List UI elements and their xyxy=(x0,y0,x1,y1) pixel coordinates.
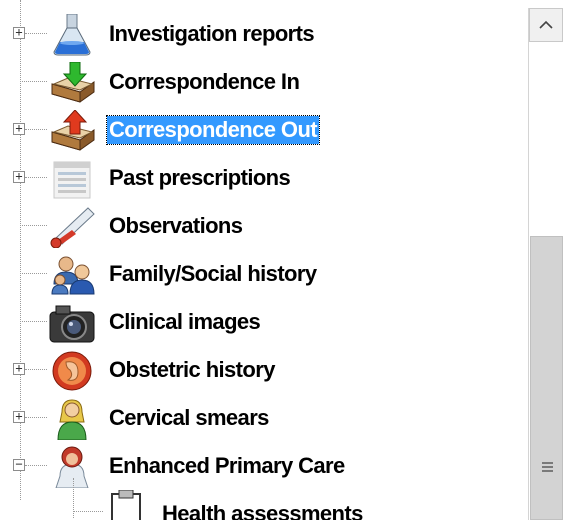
collapse-toggle[interactable]: − xyxy=(13,458,25,471)
tree-item-clinical-images[interactable]: Clinical images xyxy=(0,298,528,346)
prescription-list-icon xyxy=(53,161,91,199)
tree-item-label: Family/Social history xyxy=(109,261,317,286)
tree-connector xyxy=(20,81,47,82)
doctor-icon xyxy=(55,446,89,488)
expand-toggle[interactable]: + xyxy=(13,26,25,39)
tree-item-obstetric-history[interactable]: + Obstetric history xyxy=(0,346,528,394)
tree-item-correspondence-in[interactable]: Correspondence In xyxy=(0,58,528,106)
camera-icon xyxy=(49,305,95,343)
inbox-arrow-in-icon xyxy=(51,62,95,103)
thermometer-icon xyxy=(50,207,95,248)
woman-icon xyxy=(57,399,87,440)
tree-item-correspondence-out[interactable]: + Correspondence Out xyxy=(0,106,528,154)
expand-toggle[interactable]: + xyxy=(13,170,25,183)
foetus-icon xyxy=(52,351,92,391)
tree-connector xyxy=(73,511,103,512)
grip-icon xyxy=(542,462,553,472)
expand-toggle[interactable]: + xyxy=(13,122,25,135)
tree-item-family-social-history[interactable]: Family/Social history xyxy=(0,250,528,298)
tree-connector xyxy=(20,321,47,322)
tree-connector xyxy=(25,129,47,130)
tree-connector xyxy=(20,225,47,226)
outbox-arrow-out-icon xyxy=(51,110,95,151)
tree-item-label: Investigation reports xyxy=(109,21,315,46)
tree-connector xyxy=(20,273,47,274)
tree-item-label: Clinical images xyxy=(109,309,261,334)
tree-item-investigation-reports[interactable]: + Investigation reports xyxy=(0,10,528,58)
tree-connector xyxy=(25,417,47,418)
record-tree: + Investigation reports Correspondence I… xyxy=(0,0,528,520)
expand-toggle[interactable]: + xyxy=(13,410,25,423)
clipboard-icon xyxy=(111,490,141,520)
tree-item-label: Obstetric history xyxy=(109,357,275,382)
tree-connector xyxy=(25,369,47,370)
tree-item-label: Enhanced Primary Care xyxy=(109,453,345,478)
tree-connector xyxy=(25,33,47,34)
tree-item-observations[interactable]: Observations xyxy=(0,202,528,250)
family-icon xyxy=(51,256,95,295)
scroll-track[interactable] xyxy=(529,42,563,238)
tree-item-past-prescriptions[interactable]: + Past prescriptions xyxy=(0,154,528,202)
tree-item-label: Health assessments xyxy=(162,501,363,520)
tree-item-label: Correspondence In xyxy=(109,69,300,94)
tree-item-enhanced-primary-care[interactable]: − Enhanced Primary Care xyxy=(0,442,528,490)
chevron-up-icon xyxy=(539,20,553,29)
tree-item-cervical-smears[interactable]: + Cervical smears xyxy=(0,394,528,442)
tree-item-label: Observations xyxy=(109,213,243,238)
tree-connector xyxy=(25,177,47,178)
scroll-thumb[interactable] xyxy=(530,236,563,520)
flask-icon xyxy=(53,14,91,56)
tree-item-label: Past prescriptions xyxy=(109,165,291,190)
scroll-up-button[interactable] xyxy=(529,8,563,42)
tree-connector xyxy=(25,465,47,466)
tree-item-label: Correspondence Out xyxy=(105,115,321,145)
tree-line xyxy=(73,478,74,518)
expand-toggle[interactable]: + xyxy=(13,362,25,375)
tree-item-label: Cervical smears xyxy=(109,405,269,430)
vertical-scrollbar[interactable] xyxy=(528,8,564,520)
